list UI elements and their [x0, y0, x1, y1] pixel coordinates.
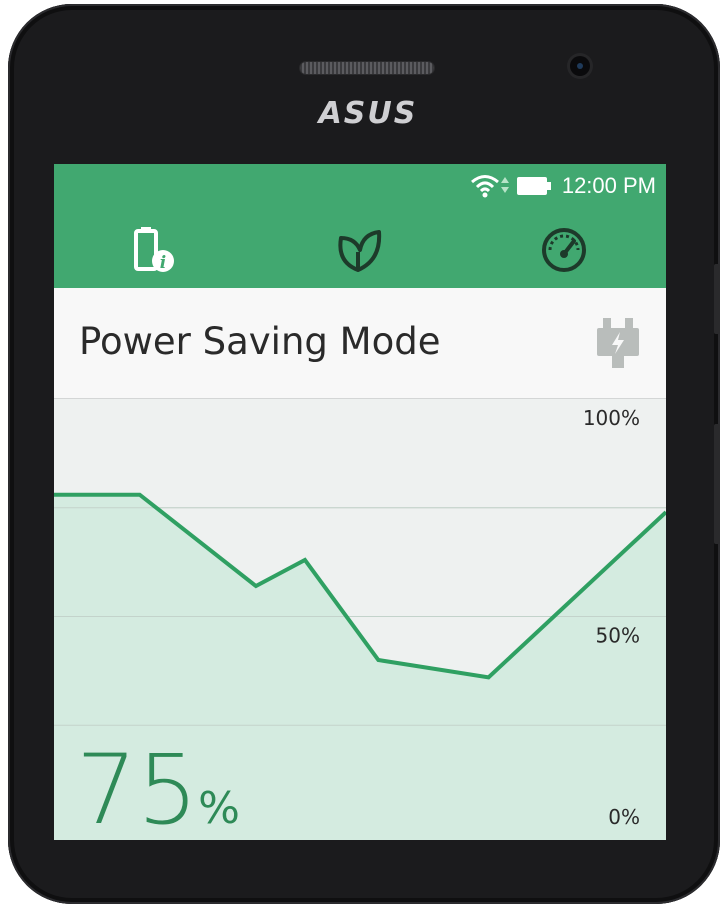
brand-logo: ASUS	[318, 96, 418, 131]
speaker-grill	[300, 62, 434, 74]
wifi-icon	[470, 173, 510, 199]
tab-boost[interactable]	[534, 222, 594, 282]
y-tick-label: 50%	[596, 624, 640, 648]
front-camera	[570, 56, 590, 76]
status-time: 12:00 PM	[561, 173, 656, 198]
app-top-bar: 12:00 PM i	[54, 164, 666, 288]
volume-button	[714, 264, 720, 334]
tab-power-saving[interactable]	[328, 222, 388, 282]
battery-percent-symbol: %	[198, 783, 240, 834]
y-tick-label: 0%	[608, 805, 640, 829]
plug-icon[interactable]	[594, 318, 642, 368]
power-button	[714, 424, 720, 544]
svg-text:i: i	[160, 253, 166, 273]
battery-status-icon	[516, 175, 552, 197]
leaf-icon	[333, 226, 383, 279]
status-bar: 12:00 PM	[470, 172, 656, 200]
battery-info-icon: i	[131, 225, 177, 280]
tab-battery-info[interactable]: i	[124, 222, 184, 282]
battery-percentage: 75%	[76, 734, 240, 840]
page-title: Power Saving Mode	[79, 320, 441, 363]
screen: 12:00 PM i Power Saving Mode 100% 50% 0%…	[54, 164, 666, 840]
title-bar: Power Saving Mode	[54, 288, 666, 399]
speedometer-icon	[539, 225, 589, 280]
y-tick-label: 100%	[583, 406, 640, 430]
tab-bar: i	[54, 216, 666, 286]
battery-percent-value: 75	[76, 734, 199, 840]
